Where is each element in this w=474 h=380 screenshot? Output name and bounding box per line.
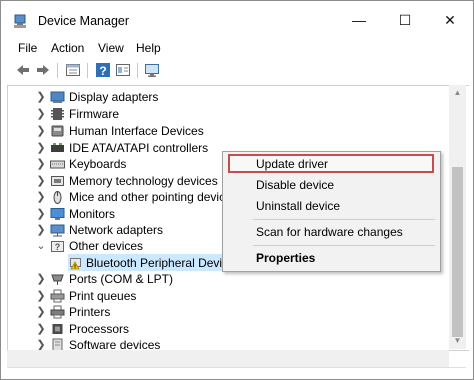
chevron-right-icon[interactable]: ❯ xyxy=(35,289,47,303)
context-properties[interactable]: Properties xyxy=(223,248,440,268)
scroll-down-arrow-icon[interactable]: ▼ xyxy=(451,336,464,346)
tree-item-label: Ports (COM & LPT) xyxy=(69,272,174,286)
print-queue-icon xyxy=(50,289,65,303)
minimize-button[interactable]: — xyxy=(338,5,380,35)
horizontal-scrollbar[interactable] xyxy=(7,350,449,367)
monitor-scan-icon[interactable] xyxy=(144,62,160,78)
hid-icon xyxy=(50,124,65,138)
other-devices-icon: ? xyxy=(50,239,65,253)
tree-item-human-interface-devices[interactable]: ❯ Human Interface Devices xyxy=(8,123,448,139)
tree-item-label: Print queues xyxy=(69,289,137,303)
device-manager-app-icon xyxy=(12,13,28,29)
chevron-right-icon[interactable]: ❯ xyxy=(35,190,47,204)
tree-item-firmware[interactable]: ❯ Firmware xyxy=(8,106,448,122)
scroll-up-arrow-icon[interactable]: ▲ xyxy=(451,88,464,98)
tree-item-label: Other devices xyxy=(69,239,144,253)
context-scan-hardware[interactable]: Scan for hardware changes xyxy=(223,222,440,242)
chevron-right-icon[interactable]: ❯ xyxy=(35,322,47,336)
menu-file[interactable]: File xyxy=(18,41,37,55)
tree-item-print-queues[interactable]: ❯ Print queues xyxy=(8,288,448,304)
toolbar-separator xyxy=(87,63,88,78)
vertical-scrollbar[interactable]: ▲ ▼ xyxy=(449,85,466,349)
back-arrow-icon[interactable] xyxy=(15,62,31,78)
tree-item-label: Memory technology devices xyxy=(69,174,218,188)
tree-item-label: Network adapters xyxy=(69,223,164,237)
tree-item-processors[interactable]: ❯ Processors xyxy=(8,321,448,337)
tree-item-ports[interactable]: ❯ Ports (COM & LPT) xyxy=(8,271,448,287)
context-item-label: Disable device xyxy=(256,178,335,192)
chevron-down-icon[interactable]: ⌄ xyxy=(35,239,47,253)
chevron-right-icon[interactable]: ❯ xyxy=(35,174,47,188)
unknown-device-warning-icon xyxy=(68,256,83,270)
close-button[interactable]: ✕ xyxy=(429,5,471,35)
tree-item-software-devices[interactable]: ❯ Software devices xyxy=(8,337,448,350)
properties-icon[interactable] xyxy=(65,62,81,78)
tree-item-label: Human Interface Devices xyxy=(69,124,204,138)
context-item-label: Scan for hardware changes xyxy=(256,225,403,239)
context-menu: Update driver Disable device Uninstall d… xyxy=(222,151,441,272)
chevron-right-icon[interactable]: ❯ xyxy=(35,272,47,286)
forward-arrow-icon[interactable] xyxy=(35,62,51,78)
printer-icon xyxy=(50,305,65,319)
context-update-driver[interactable]: Update driver xyxy=(223,154,440,174)
tree-item-display-adapters[interactable]: ❯ Display adapters xyxy=(8,89,448,105)
toolbar-separator xyxy=(137,63,138,78)
toolbar-separator xyxy=(57,63,58,78)
menu-view[interactable]: View xyxy=(98,41,124,55)
chevron-right-icon[interactable]: ❯ xyxy=(35,207,47,221)
svg-text:?: ? xyxy=(55,242,61,252)
tree-item-label: Keyboards xyxy=(69,157,127,171)
tree-item-label: Display adapters xyxy=(69,90,159,104)
menu-action[interactable]: Action xyxy=(51,41,84,55)
network-adapter-icon xyxy=(50,223,65,237)
context-item-label: Uninstall device xyxy=(256,199,341,213)
chevron-right-icon[interactable]: ❯ xyxy=(35,157,47,171)
display-adapter-icon xyxy=(50,90,65,104)
chevron-right-icon[interactable]: ❯ xyxy=(35,107,47,121)
chevron-right-icon[interactable]: ❯ xyxy=(35,90,47,104)
context-item-label: Properties xyxy=(256,251,316,265)
chevron-right-icon[interactable]: ❯ xyxy=(35,141,47,155)
tree-item-label: Mice and other pointing devices xyxy=(69,190,238,204)
context-item-label: Update driver xyxy=(256,157,329,171)
svg-text:?: ? xyxy=(99,64,106,78)
tree-item-label: Bluetooth Peripheral Device xyxy=(86,256,235,270)
title-bar: Device Manager — ☐ ✕ xyxy=(1,1,473,37)
chevron-right-icon[interactable]: ❯ xyxy=(35,124,47,138)
firmware-icon xyxy=(50,107,65,121)
device-manager-window: Device Manager — ☐ ✕ File Action View He… xyxy=(0,0,474,380)
ide-controller-icon xyxy=(50,141,65,155)
menu-bar: File Action View Help xyxy=(1,37,473,59)
status-bar xyxy=(7,367,466,378)
context-separator xyxy=(253,219,435,220)
keyboard-icon xyxy=(50,157,65,171)
menu-help[interactable]: Help xyxy=(136,41,161,55)
context-disable-device[interactable]: Disable device xyxy=(223,175,440,195)
chevron-right-icon[interactable]: ❯ xyxy=(35,223,47,237)
context-separator xyxy=(253,245,435,246)
tree-item-label: Monitors xyxy=(69,207,116,221)
monitor-icon xyxy=(50,207,65,221)
chevron-right-icon[interactable]: ❯ xyxy=(35,305,47,319)
processor-icon xyxy=(50,322,65,336)
mouse-icon xyxy=(50,190,65,204)
tree-item-label: Printers xyxy=(69,305,111,319)
context-uninstall-device[interactable]: Uninstall device xyxy=(223,196,440,216)
help-icon[interactable]: ? xyxy=(95,62,111,78)
scrollbar-thumb[interactable] xyxy=(452,167,463,337)
window-title: Device Manager xyxy=(38,14,130,28)
tree-item-printers[interactable]: ❯ Printers xyxy=(8,304,448,320)
memory-device-icon xyxy=(50,174,65,188)
tree-item-label: Firmware xyxy=(69,107,119,121)
view-icon[interactable] xyxy=(115,62,131,78)
toolbar: ? xyxy=(1,59,473,83)
tree-item-label: IDE ATA/ATAPI controllers xyxy=(69,141,209,155)
tree-item-label: Processors xyxy=(69,322,130,336)
port-icon xyxy=(50,272,65,286)
maximize-button[interactable]: ☐ xyxy=(384,5,426,35)
